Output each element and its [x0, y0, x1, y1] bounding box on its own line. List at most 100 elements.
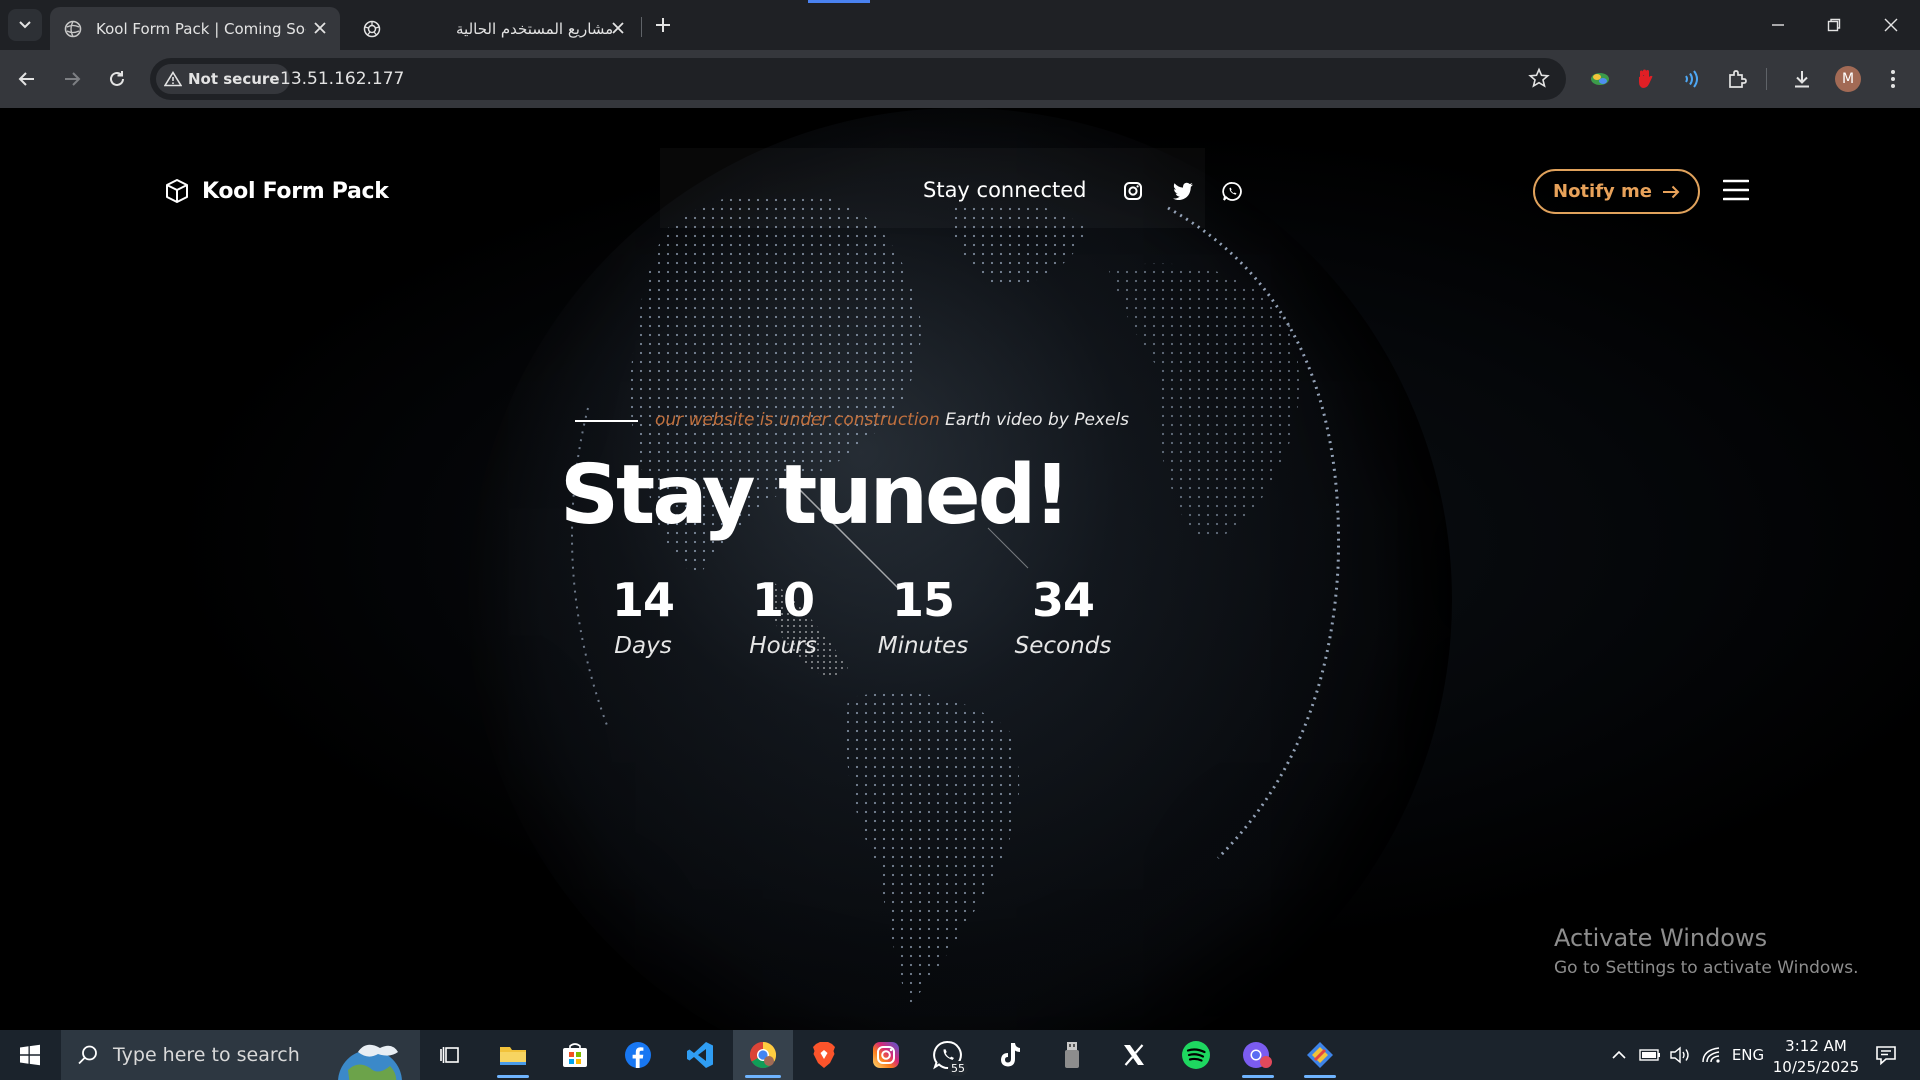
arrow-right-icon [65, 72, 81, 86]
earth-globe-illustration [571, 192, 1341, 1008]
notify-me-button[interactable]: Notify me [1533, 169, 1700, 214]
openai-icon [363, 20, 381, 37]
whatsapp-link[interactable] [1220, 179, 1244, 203]
activate-windows-watermark: Activate Windows Go to Settings to activ… [1554, 924, 1859, 978]
kicker-construction: our website is under construction [655, 410, 940, 430]
battery-icon [1639, 1049, 1660, 1061]
restore-button[interactable] [1821, 12, 1847, 38]
countdown-label: Seconds [1014, 633, 1112, 659]
address-bar[interactable]: Not secure 13.51.162.177 [150, 58, 1566, 100]
browser-menu-button[interactable] [1878, 64, 1908, 94]
kicker-text: our website is under construction Earth … [655, 410, 1129, 430]
close-icon[interactable] [610, 20, 626, 36]
instagram-link[interactable] [1121, 179, 1145, 203]
page-viewport: Kool Form Pack Stay connected Notify me … [0, 108, 1920, 1030]
taskbar-clock[interactable]: 3:12 AM 10/25/2025 [1770, 1036, 1862, 1078]
globe-icon [64, 20, 82, 37]
countdown-label: Hours [749, 633, 817, 659]
taskbar-instagram[interactable] [858, 1030, 914, 1080]
windows-taskbar: Type here to search 55 ENG 3:12 AM 10/25… [0, 1030, 1920, 1080]
show-hidden-icons-button[interactable] [1604, 1030, 1634, 1080]
close-icon[interactable] [312, 20, 328, 36]
notification-center-button[interactable] [1866, 1030, 1906, 1080]
browser-toolbar: Not secure 13.51.162.177 M [0, 50, 1920, 108]
tab-title: Kool Form Pack | Coming Soon [96, 19, 306, 38]
taskbar-usb-app[interactable] [1044, 1030, 1100, 1080]
back-button[interactable] [12, 64, 42, 94]
close-window-button[interactable] [1878, 12, 1904, 38]
twitter-link[interactable] [1171, 179, 1195, 203]
reload-icon [110, 71, 124, 86]
snip-tool-icon [1307, 1042, 1333, 1068]
downloads-button[interactable] [1787, 64, 1817, 94]
minimize-icon [1772, 24, 1784, 26]
wifi-icon [1702, 1047, 1720, 1063]
bookmark-star-icon[interactable] [1528, 67, 1550, 89]
tab-search-button[interactable] [8, 9, 42, 41]
taskbar-chrome[interactable] [733, 1030, 793, 1080]
browser-tab-bar: Kool Form Pack | Coming Soon مشاريع المس… [0, 0, 1920, 50]
start-button[interactable] [2, 1030, 58, 1080]
countdown-hours: 10 Hours [713, 573, 853, 659]
taskbar-spotify[interactable] [1168, 1030, 1224, 1080]
chevron-down-icon [19, 21, 31, 29]
clock-date: 10/25/2025 [1772, 1058, 1860, 1076]
search-highlight-globe-icon [338, 1044, 402, 1080]
whatsapp-badge: 55 [948, 1061, 968, 1076]
minimize-button[interactable] [1765, 12, 1791, 38]
adblock-extension-icon[interactable] [1631, 64, 1661, 94]
running-indicator [745, 1075, 781, 1078]
countdown-value: 10 [751, 573, 815, 627]
tab-kool-form-pack[interactable]: Kool Form Pack | Coming Soon [50, 7, 340, 50]
volume-indicator[interactable] [1666, 1030, 1694, 1080]
taskbar-whatsapp[interactable]: 55 [920, 1030, 976, 1080]
battery-indicator[interactable] [1636, 1030, 1664, 1080]
tab-separator [641, 17, 642, 37]
profile-avatar[interactable]: M [1835, 66, 1861, 92]
running-indicator [1304, 1075, 1336, 1078]
forward-button[interactable] [57, 64, 87, 94]
security-label: Not secure [188, 70, 280, 88]
security-chip[interactable]: Not secure [156, 64, 290, 94]
brave-icon [813, 1042, 835, 1068]
tab-user-projects[interactable]: مشاريع المستخدم الحالية [348, 7, 638, 50]
download-icon [1795, 71, 1809, 88]
brand-name: Kool Form Pack [202, 178, 389, 204]
network-indicator[interactable] [1697, 1030, 1725, 1080]
warning-icon [164, 71, 182, 87]
media-indicator [808, 0, 870, 3]
language-indicator[interactable]: ENG [1730, 1030, 1766, 1080]
countdown-value: 34 [1031, 573, 1095, 627]
url-text: 13.51.162.177 [280, 69, 405, 89]
taskbar-x[interactable] [1106, 1030, 1162, 1080]
translate-extension-icon[interactable] [1585, 64, 1615, 94]
task-view-button[interactable] [422, 1030, 478, 1080]
kicker-credit: Earth video by Pexels [945, 410, 1130, 430]
taskbar-tiktok[interactable] [982, 1030, 1038, 1080]
taskbar-chrome-profile[interactable] [1230, 1030, 1286, 1080]
new-tab-button[interactable] [650, 12, 676, 38]
hamburger-menu-button[interactable] [1722, 178, 1750, 202]
countdown-timer: 14 Days 10 Hours 15 Minutes 34 Seconds [560, 573, 1160, 683]
chrome-profile-icon [1243, 1042, 1272, 1068]
chevron-up-icon [1612, 1050, 1626, 1059]
search-icon [78, 1045, 97, 1065]
read-aloud-extension-icon[interactable] [1676, 64, 1706, 94]
taskbar-vscode[interactable] [672, 1030, 728, 1080]
taskbar-facebook[interactable] [610, 1030, 666, 1080]
notifications-icon [1876, 1046, 1896, 1066]
whatsapp-icon [1221, 181, 1242, 201]
countdown-label: Minutes [877, 633, 969, 659]
taskbar-search-box[interactable]: Type here to search [61, 1030, 420, 1080]
taskbar-file-explorer[interactable] [485, 1030, 541, 1080]
taskbar-snipping-app[interactable] [1292, 1030, 1348, 1080]
taskbar-microsoft-store[interactable] [547, 1030, 603, 1080]
countdown-days: 14 Days [573, 573, 713, 659]
taskbar-brave[interactable] [796, 1030, 852, 1080]
brand-logo[interactable]: Kool Form Pack [164, 178, 389, 204]
extensions-puzzle-icon[interactable] [1722, 64, 1752, 94]
reload-button[interactable] [102, 64, 132, 94]
countdown-value: 14 [611, 573, 675, 627]
x-logo-icon [1124, 1044, 1144, 1066]
instagram-icon [873, 1042, 899, 1068]
